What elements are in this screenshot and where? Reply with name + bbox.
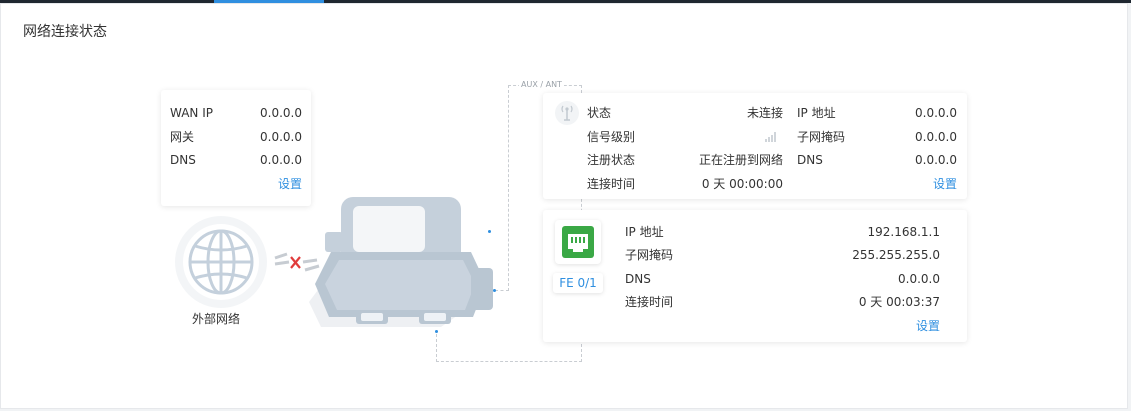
connector-dot	[493, 289, 496, 292]
port-label-badge: FE 0/1	[553, 273, 603, 293]
connector-dot	[435, 330, 438, 333]
lan-info-card: FE 0/1 IP 地址 192.168.1.1 子网掩码 255.255.25…	[543, 210, 967, 342]
wan-dns-label: DNS	[170, 153, 196, 167]
lan-subnet-label: 子网掩码	[625, 248, 674, 262]
wan-dns-value: 0.0.0.0	[260, 153, 302, 167]
lan-dns-value: 0.0.0.0	[898, 272, 940, 286]
lan-connection-time-value: 0 天 00:03:37	[858, 295, 940, 309]
cellular-settings-link[interactable]: 设置	[933, 175, 957, 192]
lan-dns-label: DNS	[625, 272, 651, 286]
cell-status-value: 未连接	[746, 106, 783, 120]
network-status-panel: 网络连接状态 WAN IP 0.0.0.0 网关 0.0.0.0 DNS 0.0…	[0, 3, 1128, 409]
wan-ip-value: 0.0.0.0	[260, 106, 302, 120]
cell-status-label: 状态	[587, 106, 612, 120]
wan-info-card: WAN IP 0.0.0.0 网关 0.0.0.0 DNS 0.0.0.0 设置	[161, 90, 311, 206]
lan-ip-label: IP 地址	[625, 225, 664, 239]
aux-label: AUX / ANT	[519, 80, 564, 89]
antenna-icon	[555, 101, 579, 125]
cell-subnet-label: 子网掩码	[797, 130, 846, 144]
lan-connection-time-label: 连接时间	[625, 295, 674, 309]
external-network-label: 外部网络	[192, 312, 241, 326]
cell-subnet-value: 0.0.0.0	[915, 130, 957, 144]
cell-ip-value: 0.0.0.0	[915, 106, 957, 120]
signal-level-label: 信号级别	[587, 130, 636, 144]
cell-dns-value: 0.0.0.0	[915, 153, 957, 167]
wan-settings-link[interactable]: 设置	[278, 175, 302, 192]
aux-connector-stub	[495, 290, 509, 291]
signal-bars-icon	[764, 131, 778, 142]
lan-ip-value: 192.168.1.1	[867, 225, 940, 239]
cell-connection-time-value: 0 天 00:00:00	[701, 177, 783, 191]
cell-dns-label: DNS	[797, 153, 823, 167]
cell-connection-time-label: 连接时间	[587, 177, 636, 191]
page-title: 网络连接状态	[23, 24, 107, 40]
wan-ip-label: WAN IP	[170, 106, 213, 120]
gateway-value: 0.0.0.0	[260, 130, 302, 144]
ethernet-port-icon	[555, 220, 601, 264]
lan-subnet-value: 255.255.255.0	[852, 248, 940, 262]
registration-status-label: 注册状态	[587, 153, 636, 167]
cell-ip-label: IP 地址	[797, 106, 836, 120]
lan-settings-link[interactable]: 设置	[916, 317, 940, 334]
registration-status-value: 正在注册到网络	[698, 153, 783, 167]
connector-dot	[488, 230, 491, 233]
gateway-label: 网关	[170, 130, 195, 144]
router-device-icon: IG500	[301, 192, 501, 332]
cellular-info-card: 状态 未连接 信号级别 注册状态 正在注册到网络 连接时间 0 天 00:00:…	[543, 93, 967, 199]
globe-icon	[173, 214, 269, 310]
